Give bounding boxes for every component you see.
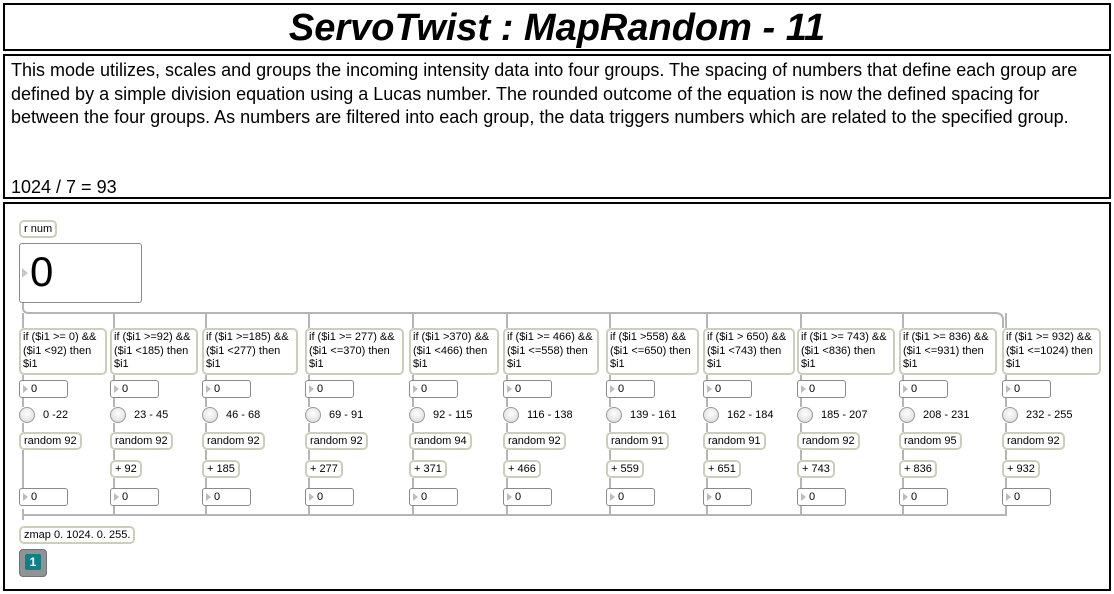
random-object-9[interactable]: random 92 — [797, 432, 860, 450]
page-title: ServoTwist : MapRandom - 11 — [288, 7, 826, 49]
patch-cord — [23, 506, 414, 516]
random-object-2[interactable]: random 92 — [110, 432, 173, 450]
description-panel: This mode utilizes, scales and groups th… — [3, 54, 1111, 199]
condition-output-number-5[interactable]: 0 — [409, 380, 458, 398]
add-offset-object-11[interactable]: + 932 — [1002, 460, 1040, 478]
condition-object-3[interactable]: if ($i1 >=185) && ($i1 <277) then $i1 — [202, 328, 298, 375]
patch-canvas[interactable]: r num 0 zmap 0. 1024. 0. 255. 1 if ($i1 … — [3, 202, 1111, 591]
title-panel: ServoTwist : MapRandom - 11 — [3, 3, 1111, 51]
add-offset-object-5[interactable]: + 371 — [409, 460, 447, 478]
condition-output-number-3[interactable]: 0 — [202, 380, 251, 398]
description-text: This mode utilizes, scales and groups th… — [11, 60, 1078, 127]
random-object-8[interactable]: random 91 — [703, 432, 766, 450]
add-offset-object-8[interactable]: + 651 — [703, 460, 741, 478]
random-object-10[interactable]: random 95 — [899, 432, 962, 450]
result-number-2[interactable]: 0 — [110, 488, 159, 506]
range-label-10: 208 - 231 — [923, 409, 970, 421]
range-label-9: 185 - 207 — [821, 409, 868, 421]
result-number-4[interactable]: 0 — [305, 488, 354, 506]
range-label-7: 139 - 161 — [630, 409, 677, 421]
send-output-button[interactable]: 1 — [19, 549, 47, 577]
range-label-11: 232 - 255 — [1026, 409, 1073, 421]
bang-button-7[interactable] — [606, 407, 622, 423]
send-badge: 1 — [25, 554, 41, 570]
random-object-1[interactable]: random 92 — [19, 432, 82, 450]
range-label-4: 69 - 91 — [329, 409, 364, 421]
condition-output-number-10[interactable]: 0 — [899, 380, 948, 398]
bang-button-3[interactable] — [202, 407, 218, 423]
condition-object-7[interactable]: if ($i1 >558) && ($i1 <=650) then $i1 — [606, 328, 699, 375]
add-offset-object-3[interactable]: + 185 — [202, 460, 240, 478]
patch-cord — [23, 506, 708, 516]
condition-object-2[interactable]: if ($i1 >=92) && ($i1 <185) then $i1 — [110, 328, 198, 375]
random-object-3[interactable]: random 92 — [202, 432, 265, 450]
condition-object-1[interactable]: if ($i1 >= 0) && ($i1 <92) then $i1 — [19, 328, 107, 375]
condition-object-11[interactable]: if ($i1 >= 932) && ($i1 <=1024) then $i1 — [1002, 328, 1101, 375]
random-object-11[interactable]: random 92 — [1002, 432, 1065, 450]
condition-output-number-6[interactable]: 0 — [503, 380, 552, 398]
random-object-6[interactable]: random 92 — [503, 432, 566, 450]
zmap-object[interactable]: zmap 0. 1024. 0. 255. — [19, 526, 136, 544]
result-number-8[interactable]: 0 — [703, 488, 752, 506]
result-number-6[interactable]: 0 — [503, 488, 552, 506]
bang-button-11[interactable] — [1002, 407, 1018, 423]
patch-cord — [23, 506, 611, 516]
result-number-1[interactable]: 0 — [19, 488, 68, 506]
result-number-10[interactable]: 0 — [899, 488, 948, 506]
bang-button-4[interactable] — [305, 407, 321, 423]
range-label-6: 116 - 138 — [527, 409, 573, 421]
range-label-3: 46 - 68 — [226, 409, 261, 421]
condition-object-5[interactable]: if ($i1 >370) && ($i1 <466) then $i1 — [409, 328, 499, 375]
patch-cord — [23, 506, 115, 516]
description-equation: 1024 / 7 = 93 — [11, 177, 117, 197]
add-offset-object-2[interactable]: + 92 — [110, 460, 142, 478]
patch-cord — [23, 506, 1007, 516]
patch-cord — [23, 506, 310, 516]
condition-object-8[interactable]: if ($i1 > 650) && ($i1 <743) then $i1 — [703, 328, 795, 375]
condition-output-number-1[interactable]: 0 — [19, 380, 68, 398]
random-object-7[interactable]: random 91 — [606, 432, 669, 450]
result-number-5[interactable]: 0 — [409, 488, 458, 506]
range-label-5: 92 - 115 — [433, 409, 473, 421]
condition-object-6[interactable]: if ($i1 >= 466) && ($i1 <=558) then $i1 — [503, 328, 599, 375]
range-label-2: 23 - 45 — [134, 409, 169, 421]
bang-button-9[interactable] — [797, 407, 813, 423]
range-label-1: 0 -22 — [43, 409, 69, 421]
add-offset-object-4[interactable]: + 277 — [305, 460, 343, 478]
bang-button-5[interactable] — [409, 407, 425, 423]
bang-button-8[interactable] — [703, 407, 719, 423]
random-object-5[interactable]: random 94 — [409, 432, 472, 450]
condition-object-10[interactable]: if ($i1 >= 836) && ($i1 <=931) then $i1 — [899, 328, 997, 375]
patch-cord — [23, 506, 904, 516]
add-offset-object-10[interactable]: + 836 — [899, 460, 937, 478]
receive-object[interactable]: r num — [19, 220, 58, 238]
condition-output-number-9[interactable]: 0 — [797, 380, 846, 398]
range-label-8: 162 - 184 — [727, 409, 774, 421]
random-object-4[interactable]: random 92 — [305, 432, 368, 450]
condition-output-number-11[interactable]: 0 — [1002, 380, 1051, 398]
condition-output-number-4[interactable]: 0 — [305, 380, 354, 398]
bang-button-10[interactable] — [899, 407, 915, 423]
result-number-9[interactable]: 0 — [797, 488, 846, 506]
patch-cord — [23, 506, 508, 516]
result-number-11[interactable]: 0 — [1002, 488, 1051, 506]
condition-object-4[interactable]: if ($i1 >= 277) && ($i1 <=370) then $i1 — [305, 328, 404, 375]
bang-button-6[interactable] — [503, 407, 519, 423]
result-number-7[interactable]: 0 — [606, 488, 655, 506]
add-offset-object-6[interactable]: + 466 — [503, 460, 541, 478]
result-number-3[interactable]: 0 — [202, 488, 251, 506]
input-number-box[interactable]: 0 — [19, 243, 142, 303]
condition-output-number-7[interactable]: 0 — [606, 380, 655, 398]
bang-button-2[interactable] — [110, 407, 126, 423]
condition-output-number-2[interactable]: 0 — [110, 380, 159, 398]
add-offset-object-9[interactable]: + 743 — [797, 460, 835, 478]
condition-object-9[interactable]: if ($i1 >= 743) && ($i1 <836) then $i1 — [797, 328, 895, 375]
condition-output-number-8[interactable]: 0 — [703, 380, 752, 398]
bang-button-1[interactable] — [19, 407, 35, 423]
add-offset-object-7[interactable]: + 559 — [606, 460, 644, 478]
patch-cord — [22, 303, 1004, 328]
